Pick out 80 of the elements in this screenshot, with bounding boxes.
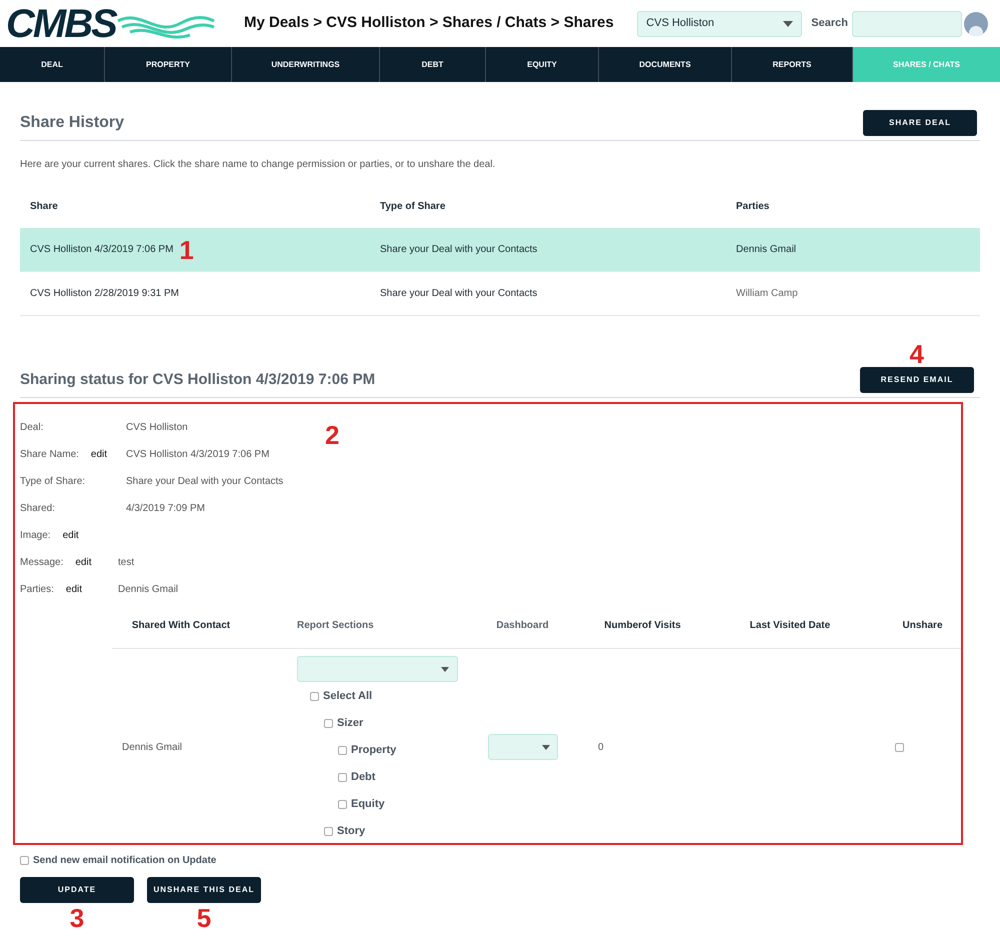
column-header: Last Visited Date: [748, 619, 832, 633]
checkbox[interactable]: [324, 827, 333, 836]
detail-value: test: [118, 556, 134, 570]
avatar-icon[interactable]: [964, 12, 988, 36]
checkbox[interactable]: [310, 692, 319, 701]
table-cell-text: William Camp: [736, 287, 798, 301]
table-cell-text: 0: [597, 740, 605, 754]
detail-label: Share Name:: [20, 448, 79, 462]
detail-label: Image:: [20, 529, 51, 543]
detail-value: Dennis Gmail: [118, 583, 178, 597]
detail-value: Share your Deal with your Contacts: [126, 475, 284, 489]
detail-value: 4/3/2019 7:09 PM: [126, 502, 205, 516]
annotation-number: 4: [910, 341, 924, 367]
checkbox[interactable]: [324, 719, 333, 728]
section-label: Property: [351, 743, 396, 758]
detail-label: Message:: [20, 556, 64, 570]
edit-link[interactable]: edit: [75, 555, 92, 570]
caret-icon: [542, 744, 550, 750]
edit-link[interactable]: edit: [62, 528, 79, 543]
intro-text: Here are your current shares. Click the share name to change permission or parties, or to unshare the deal.: [20, 158, 496, 172]
table-cell-text: Dennis Gmail: [736, 243, 796, 257]
section-title: Sharing status for CVS Holliston 4/3/2019 7:06 PM: [20, 370, 376, 390]
deal-select[interactable]: CVS Holliston: [637, 10, 802, 36]
breadcrumb: My Deals > CVS Holliston > Shares / Chats > Shares: [244, 13, 614, 34]
section-label: Story: [337, 824, 366, 840]
action-button[interactable]: RESEND EMAIL: [860, 367, 974, 393]
nav-tab[interactable]: DEAL: [0, 47, 105, 82]
detail-label: Type of Share:: [20, 475, 86, 489]
nav-tab[interactable]: UNDERWRITINGS: [232, 47, 380, 82]
column-header: Shared With Contact: [130, 619, 232, 633]
detail-label: Parties:: [20, 583, 54, 597]
report-sections-select[interactable]: [297, 656, 458, 682]
detail-label: Shared:: [20, 502, 56, 516]
annotation-number: 1: [179, 236, 194, 262]
column-header: Parties: [736, 200, 770, 214]
edit-link[interactable]: edit: [66, 582, 82, 597]
column-header: Report Sections: [296, 619, 375, 633]
table-cell-text: CVS Holliston 4/3/2019 7:06 PM: [30, 243, 174, 257]
action-button[interactable]: UPDATE: [20, 877, 134, 903]
section-title: Share History: [20, 113, 124, 133]
action-button[interactable]: SHARE DEAL: [863, 110, 977, 136]
checkbox[interactable]: [20, 856, 29, 865]
annotation-number: 2: [325, 422, 340, 448]
column-header: Dashboard: [495, 619, 550, 633]
table-cell-text: Share your Deal with your Contacts: [380, 287, 538, 301]
edit-link[interactable]: edit: [90, 447, 108, 462]
detail-value: CVS Holliston: [126, 421, 188, 435]
section-label: Equity: [351, 797, 385, 812]
caret-icon: [441, 666, 449, 672]
nav-tab[interactable]: EQUITY: [486, 47, 599, 82]
section-label: Sizer: [337, 716, 364, 732]
column-header: Unshare: [901, 619, 944, 633]
share-row[interactable]: CVS Holliston 4/3/2019 7:06 PM 1 Share your Deal with your Contacts Dennis Gmail: [20, 228, 980, 272]
search-field[interactable]: [852, 10, 962, 36]
nav-tab[interactable]: PROPERTY: [105, 47, 232, 82]
notify-label: Send new email notification on Update: [33, 854, 216, 868]
action-button[interactable]: UNSHARE THIS DEAL: [147, 877, 261, 903]
caret-icon: [783, 20, 794, 26]
checkbox[interactable]: [895, 742, 904, 752]
section-label: Select All: [323, 689, 372, 704]
annotation-number: 3: [70, 905, 84, 931]
search-label: Search: [811, 16, 848, 32]
column-header: Type of Share: [380, 200, 446, 214]
dashboard-select[interactable]: [488, 734, 558, 760]
section-label: Debt: [351, 770, 376, 786]
table-cell-text: Dennis Gmail: [121, 740, 184, 754]
column-header: Share: [30, 200, 59, 214]
checkbox[interactable]: [338, 746, 347, 755]
detail-value: CVS Holliston 4/3/2019 7:06 PM: [126, 448, 270, 462]
table-cell-text: CVS Holliston 2/28/2019 9:31 PM: [30, 287, 179, 301]
column-header: Numberof Visits: [603, 619, 682, 633]
detail-label: Deal:: [20, 421, 44, 435]
checkbox[interactable]: [338, 800, 347, 809]
annotation-number: 5: [196, 905, 212, 931]
checkbox[interactable]: [338, 773, 347, 782]
share-row[interactable]: CVS Holliston 2/28/2019 9:31 PM Share your Deal with your Contacts William Camp: [20, 272, 980, 316]
table-cell-text: Share your Deal with your Contacts: [380, 243, 538, 257]
nav-tab[interactable]: DEBT: [380, 47, 486, 82]
logo[interactable]: CMBS: [6, 4, 232, 44]
nav-tab[interactable]: DOCUMENTS: [599, 47, 732, 82]
